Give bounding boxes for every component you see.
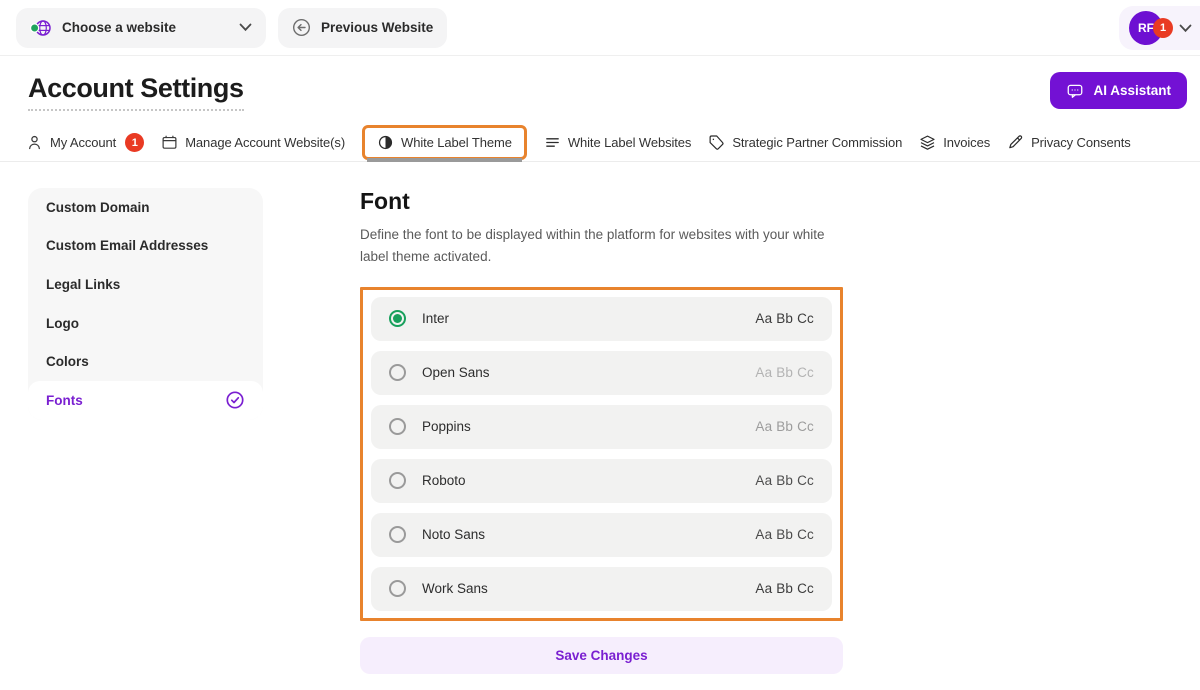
- font-name: Inter: [422, 311, 449, 326]
- font-name: Open Sans: [422, 365, 490, 380]
- avatar-wrap: RF 1: [1129, 11, 1175, 45]
- tab-label: White Label Theme: [401, 135, 512, 150]
- tabs: My Account 1 Manage Account Website(s) Whit…: [0, 124, 1200, 162]
- sidebar-item-fonts[interactable]: Fonts: [28, 381, 263, 420]
- section-description: Define the font to be displayed within t…: [360, 224, 834, 268]
- font-option-noto-sans[interactable]: Noto Sans Aa Bb Cc: [371, 513, 832, 557]
- chevron-down-icon: [239, 23, 252, 32]
- font-option-open-sans[interactable]: Open Sans Aa Bb Cc: [371, 351, 832, 395]
- layers-icon: [919, 134, 936, 151]
- font-option-work-sans[interactable]: Work Sans Aa Bb Cc: [371, 567, 832, 611]
- user-menu[interactable]: RF 1: [1119, 6, 1200, 50]
- font-sample: Aa Bb Cc: [755, 527, 814, 542]
- radio-unselected[interactable]: [389, 472, 406, 489]
- font-option-roboto[interactable]: Roboto Aa Bb Cc: [371, 459, 832, 503]
- user-icon: [26, 134, 43, 151]
- tab-manage-account-website-s[interactable]: Manage Account Website(s): [161, 134, 345, 151]
- sidebar-item-label: Colors: [46, 354, 89, 369]
- main-panel: Font Define the font to be displayed wit…: [360, 188, 843, 674]
- website-selector-label: Choose a website: [62, 20, 229, 35]
- font-sample: Aa Bb Cc: [755, 419, 814, 434]
- sidebar-item-label: Custom Email Addresses: [46, 238, 208, 253]
- tab-strategic-partner-commission[interactable]: Strategic Partner Commission: [708, 134, 902, 151]
- tab-my-account[interactable]: My Account 1: [26, 133, 144, 152]
- notification-badge: 1: [125, 133, 144, 152]
- font-name: Poppins: [422, 419, 471, 434]
- radio-selected[interactable]: [389, 310, 406, 327]
- font-sample: Aa Bb Cc: [755, 365, 814, 380]
- sidebar-item-label: Logo: [46, 316, 79, 331]
- sidebar-item-colors[interactable]: Colors: [28, 342, 263, 381]
- sidebar-item-label: Legal Links: [46, 277, 120, 292]
- settings-sidebar: Custom Domain Custom Email Addresses Legal…: [28, 188, 263, 420]
- tab-white-label-websites[interactable]: White Label Websites: [544, 134, 692, 151]
- radio-unselected[interactable]: [389, 418, 406, 435]
- tag-icon: [708, 134, 725, 151]
- font-name: Roboto: [422, 473, 466, 488]
- ai-assistant-label: AI Assistant: [1093, 83, 1171, 98]
- notification-badge: 1: [1153, 18, 1173, 38]
- previous-website-label: Previous Website: [321, 20, 433, 35]
- radio-unselected[interactable]: [389, 526, 406, 543]
- font-sample: Aa Bb Cc: [755, 311, 814, 326]
- tab-white-label-theme[interactable]: White Label Theme: [362, 125, 527, 160]
- sidebar-item-custom-domain[interactable]: Custom Domain: [28, 188, 263, 227]
- previous-website-button[interactable]: Previous Website: [278, 8, 447, 48]
- sidebar-item-label: Custom Domain: [46, 200, 150, 215]
- tab-privacy-consents[interactable]: Privacy Consents: [1007, 134, 1131, 151]
- tab-invoices[interactable]: Invoices: [919, 134, 990, 151]
- save-changes-button[interactable]: Save Changes: [360, 637, 843, 674]
- font-name: Noto Sans: [422, 527, 485, 542]
- font-sample: Aa Bb Cc: [755, 581, 814, 596]
- contrast-icon: [377, 134, 394, 151]
- arrow-left-circle-icon: [292, 18, 311, 37]
- website-selector-dropdown[interactable]: Choose a website: [16, 8, 266, 48]
- font-option-poppins[interactable]: Poppins Aa Bb Cc: [371, 405, 832, 449]
- sidebar-item-logo[interactable]: Logo: [28, 304, 263, 343]
- font-option-inter[interactable]: Inter Aa Bb Cc: [371, 297, 832, 341]
- check-circle-icon: [225, 390, 245, 410]
- globe-icon: [30, 18, 52, 38]
- sidebar-item-legal-links[interactable]: Legal Links: [28, 265, 263, 304]
- tab-label: White Label Websites: [568, 135, 692, 150]
- page-title: Account Settings: [28, 73, 244, 111]
- font-option-list: Inter Aa Bb Cc Open Sans Aa Bb Cc Poppins Aa …: [360, 287, 843, 621]
- radio-unselected[interactable]: [389, 364, 406, 381]
- tab-label: Manage Account Website(s): [185, 135, 345, 150]
- tab-label: Strategic Partner Commission: [732, 135, 902, 150]
- ai-assistant-button[interactable]: AI Assistant: [1050, 72, 1187, 109]
- chevron-down-icon: [1179, 24, 1192, 33]
- sidebar-item-label: Fonts: [46, 393, 83, 408]
- radio-unselected[interactable]: [389, 580, 406, 597]
- browser-icon: [161, 134, 178, 151]
- sidebar-item-custom-email-addresses[interactable]: Custom Email Addresses: [28, 227, 263, 266]
- tab-label: Privacy Consents: [1031, 135, 1131, 150]
- font-name: Work Sans: [422, 581, 488, 596]
- top-bar: Choose a website Previous Website RF 1: [0, 0, 1200, 56]
- tab-label: My Account: [50, 135, 116, 150]
- font-sample: Aa Bb Cc: [755, 473, 814, 488]
- lines-icon: [544, 134, 561, 151]
- pen-icon: [1007, 134, 1024, 151]
- tab-label: Invoices: [943, 135, 990, 150]
- section-heading: Font: [360, 188, 843, 215]
- chat-bubble-icon: [1066, 82, 1084, 100]
